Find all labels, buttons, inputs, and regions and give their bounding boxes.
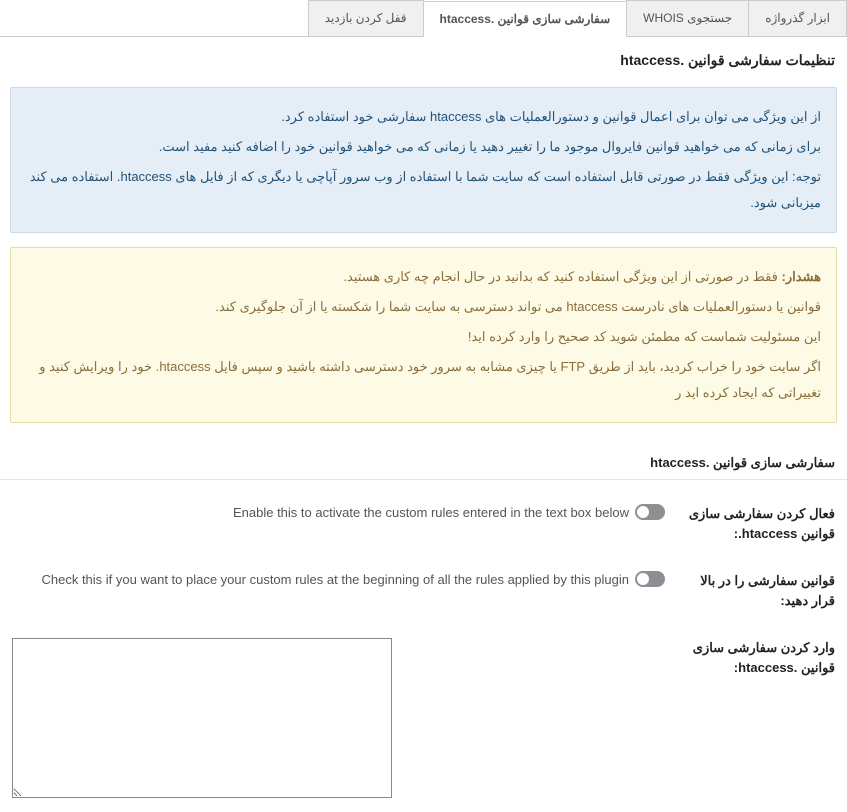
tab-visitor-lock[interactable]: قفل کردن بازدید bbox=[308, 0, 424, 36]
info-line-3: توجه: این ویژگی فقط در صورتی قابل استفاد… bbox=[26, 164, 821, 216]
custom-rules-wrap bbox=[12, 638, 665, 798]
info-line-1: از این ویژگی می توان برای اعمال قوانین و… bbox=[26, 104, 821, 130]
custom-rules-textarea[interactable] bbox=[12, 638, 392, 798]
enable-custom-rules-desc: Enable this to activate the custom rules… bbox=[233, 505, 629, 520]
row-custom-rules-input: وارد کردن سفارشی سازی قوانین .htaccess: bbox=[0, 624, 847, 812]
warn-line-2: قوانین یا دستورالعملیات های نادرست htacc… bbox=[26, 294, 821, 320]
warning-box: هشدار: فقط در صورتی از این ویژگی استفاده… bbox=[10, 247, 837, 423]
warn-line-3: این مسئولیت شماست که مطمئن شوید کد صحیح … bbox=[26, 324, 821, 350]
warn-text-1: فقط در صورتی از این ویژگی استفاده کنید ک… bbox=[343, 269, 781, 284]
page-title: تنظیمات سفارشی قوانین .htaccess bbox=[0, 37, 847, 81]
place-top-control: Check this if you want to place your cus… bbox=[12, 571, 665, 587]
enable-custom-rules-control: Enable this to activate the custom rules… bbox=[12, 504, 665, 520]
warn-bold: هشدار: bbox=[782, 269, 822, 284]
place-top-label: قوانین سفارشی را در بالا قرار دهید: bbox=[665, 571, 835, 610]
place-top-toggle[interactable] bbox=[635, 571, 665, 587]
place-top-desc: Check this if you want to place your cus… bbox=[41, 572, 629, 587]
row-place-top: قوانین سفارشی را در بالا قرار دهید: Chec… bbox=[0, 557, 847, 624]
tab-custom-htaccess[interactable]: سفارشی سازی قوانین .htaccess bbox=[423, 1, 628, 37]
custom-rules-label: وارد کردن سفارشی سازی قوانین .htaccess: bbox=[665, 638, 835, 677]
warn-line-1: هشدار: فقط در صورتی از این ویژگی استفاده… bbox=[26, 264, 821, 290]
row-enable-custom-rules: فعال کردن سفارشی سازی قوانین htaccess.: … bbox=[0, 490, 847, 557]
tabs: ابزار گذرواژه جستجوی WHOIS سفارشی سازی ق… bbox=[0, 0, 847, 37]
tab-password-tool[interactable]: ابزار گذرواژه bbox=[748, 0, 847, 36]
tab-whois[interactable]: جستجوی WHOIS bbox=[626, 0, 749, 36]
warn-line-4: اگر سایت خود را خراب کردید، باید از طریق… bbox=[26, 354, 821, 406]
section-title: سفارشی سازی قوانین .htaccess bbox=[0, 437, 847, 480]
info-line-2: برای زمانی که می خواهید قوانین فایروال م… bbox=[26, 134, 821, 160]
info-box: از این ویژگی می توان برای اعمال قوانین و… bbox=[10, 87, 837, 233]
enable-custom-rules-toggle[interactable] bbox=[635, 504, 665, 520]
enable-custom-rules-label: فعال کردن سفارشی سازی قوانین htaccess.: bbox=[665, 504, 835, 543]
